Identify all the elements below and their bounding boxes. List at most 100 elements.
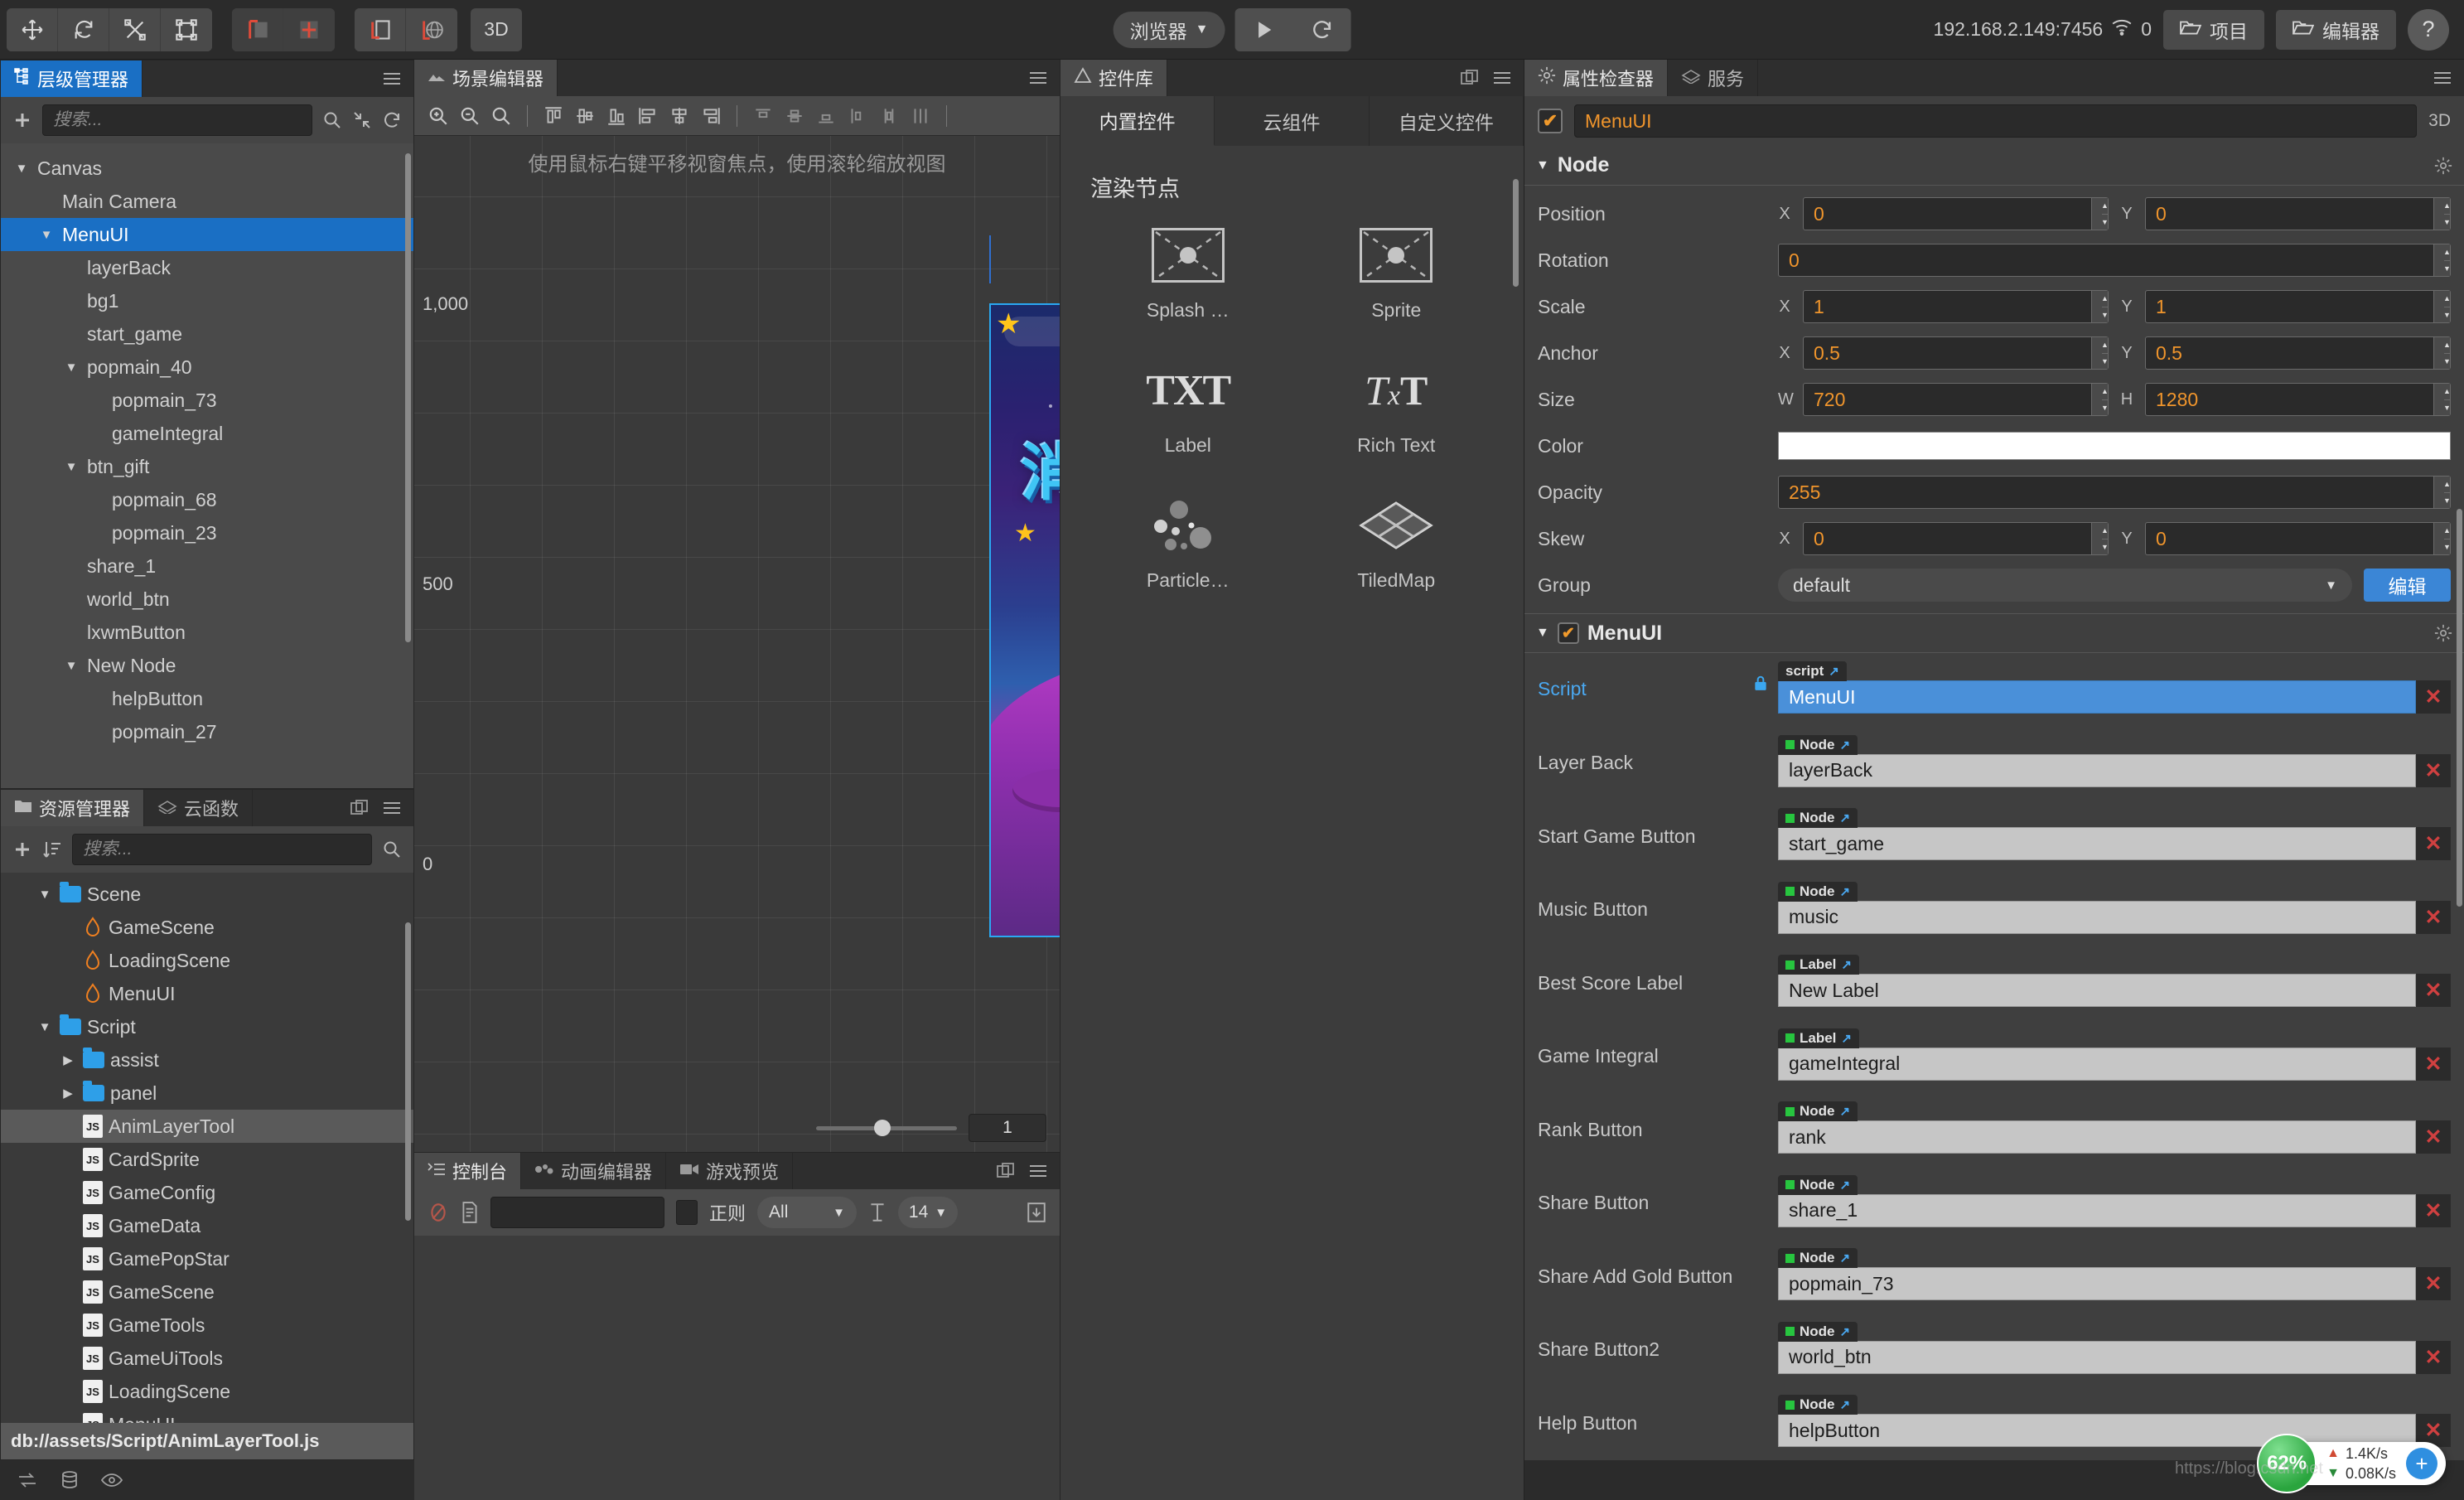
stepper[interactable]: ▲ ▼	[2433, 337, 2451, 369]
opacity-input[interactable]: 255 ▲ ▼	[1778, 476, 2451, 509]
tab-console[interactable]: 控制台	[414, 1153, 522, 1189]
game-preview-frame[interactable]: ★ 0 + 一起 消灭星星 ★ ★ ★ 最高	[989, 303, 1060, 937]
assets-scrollbar[interactable]	[405, 922, 411, 1221]
component-section-header[interactable]: ▼ ✔ MenuUI	[1524, 613, 2464, 653]
inspector-scrollbar[interactable]	[2457, 509, 2462, 907]
grid-left-icon[interactable]	[232, 7, 283, 51]
tab-widget-library[interactable]: 控件库	[1060, 60, 1168, 96]
open-link-icon[interactable]: ↗	[1840, 1324, 1851, 1339]
position-y-input[interactable]: 0 ▲ ▼	[2145, 197, 2451, 230]
hierarchy-node-gameintegral[interactable]: gameIntegral	[1, 417, 413, 450]
hamburger-menu-icon[interactable]	[1028, 1164, 1048, 1178]
component-type-tag[interactable]: Node ↗	[1778, 734, 1858, 755]
hierarchy-node-world-btn[interactable]: world_btn	[1, 583, 413, 616]
stepper[interactable]: ▲ ▼	[2433, 384, 2451, 415]
expand-widget-button[interactable]: +	[2406, 1448, 2437, 1479]
component-value[interactable]: New Label	[1778, 974, 2416, 1007]
tab-cloud-functions[interactable]: 云函数	[144, 790, 254, 826]
stepper[interactable]: ▲ ▼	[2433, 523, 2451, 554]
widget-library-scrollbar[interactable]	[1513, 179, 1519, 287]
asset-item-gametools[interactable]: JS GameTools	[1, 1309, 413, 1342]
widget-item-tiledmap[interactable]: TiledMap	[1292, 495, 1501, 592]
hierarchy-node-popmain-27[interactable]: popmain_27	[1, 715, 413, 748]
hierarchy-node-popmain-73[interactable]: popmain_73	[1, 384, 413, 417]
distribute-left-icon[interactable]	[843, 102, 872, 130]
zoom-slider-knob[interactable]	[874, 1119, 891, 1136]
stepper[interactable]: ▲ ▼	[2091, 523, 2109, 554]
hamburger-menu-icon[interactable]	[382, 801, 402, 815]
rotate-tool-icon[interactable]	[58, 7, 109, 51]
component-type-tag[interactable]: Label ↗	[1778, 1028, 1859, 1048]
open-link-icon[interactable]: ↗	[1840, 738, 1851, 752]
refresh-button[interactable]	[1292, 8, 1350, 51]
hamburger-menu-icon[interactable]	[2433, 70, 2452, 85]
node-name-input[interactable]: MenuUI	[1574, 104, 2418, 138]
tab-scene-editor[interactable]: 场景编辑器	[414, 60, 558, 96]
chevron-right-icon[interactable]: ▶	[59, 1086, 77, 1101]
hamburger-menu-icon[interactable]	[382, 71, 402, 86]
hierarchy-node-start-game[interactable]: start_game	[1, 317, 413, 351]
asset-item-gameconfig[interactable]: JS GameConfig	[1, 1176, 413, 1209]
eye-icon[interactable]	[101, 1472, 123, 1488]
asset-item-menuui[interactable]: JS MenuUI	[1, 1408, 413, 1423]
sync-icon[interactable]	[17, 1471, 38, 1489]
project-button[interactable]: 项目	[2163, 9, 2264, 50]
asset-item-assist[interactable]: ▶ assist	[1, 1043, 413, 1077]
remove-reference-button[interactable]: ✕	[2416, 1047, 2451, 1081]
hierarchy-node-new-node[interactable]: ▼ New Node	[1, 649, 413, 682]
log-level-select[interactable]: All ▼	[757, 1197, 858, 1228]
component-type-tag[interactable]: Node ↗	[1778, 1395, 1858, 1415]
hierarchy-node-popmain-40[interactable]: ▼ popmain_40	[1, 351, 413, 384]
component-value[interactable]: gameIntegral	[1778, 1047, 2416, 1081]
hierarchy-node-btn-gift[interactable]: ▼ btn_gift	[1, 450, 413, 483]
distribute-top-icon[interactable]	[749, 102, 777, 130]
sort-icon[interactable]	[42, 840, 62, 859]
grid-center-icon[interactable]	[283, 7, 335, 51]
tab-assets[interactable]: 资源管理器	[1, 790, 145, 826]
chevron-down-icon[interactable]: ▼	[62, 460, 80, 474]
editor-button[interactable]: 编辑器	[2276, 9, 2396, 50]
chevron-down-icon[interactable]: ▼	[37, 228, 56, 242]
hierarchy-node-popmain-23[interactable]: popmain_23	[1, 516, 413, 549]
stepper[interactable]: ▲ ▼	[2091, 291, 2109, 322]
search-icon[interactable]	[322, 110, 342, 130]
font-size-select[interactable]: 14 ▼	[898, 1197, 959, 1228]
help-button[interactable]: ?	[2408, 8, 2449, 51]
hierarchy-node-layerback[interactable]: layerBack	[1, 251, 413, 284]
asset-item-cardsprite[interactable]: JS CardSprite	[1, 1143, 413, 1176]
skew-y-input[interactable]: 0 ▲ ▼	[2145, 522, 2451, 555]
remove-reference-button[interactable]: ✕	[2416, 1120, 2451, 1154]
hierarchy-scrollbar[interactable]	[405, 153, 411, 642]
globe-icon[interactable]	[406, 7, 457, 51]
preview-target-dropdown[interactable]: 浏览器 ▼	[1113, 11, 1225, 48]
scroll-to-bottom-icon[interactable]	[1027, 1202, 1046, 1223]
component-value[interactable]: world_btn	[1778, 1340, 2416, 1374]
tab-cloud-components[interactable]: 云组件	[1215, 96, 1370, 146]
widget-item-sprite[interactable]: Sprite	[1292, 225, 1501, 322]
tab-services[interactable]: 服务	[1668, 60, 1759, 96]
skew-x-input[interactable]: 0 ▲ ▼	[1803, 522, 2109, 555]
zoom-slider[interactable]	[816, 1119, 957, 1136]
group-edit-button[interactable]: 编辑	[2364, 569, 2451, 602]
export-log-icon[interactable]	[461, 1202, 479, 1223]
size-h-input[interactable]: 1280 ▲ ▼	[2145, 383, 2451, 416]
size-w-input[interactable]: 720 ▲ ▼	[1803, 383, 2109, 416]
node-enabled-checkbox[interactable]: ✔	[1538, 109, 1563, 133]
widget-item-splash[interactable]: Splash …	[1084, 225, 1292, 322]
play-button[interactable]	[1234, 8, 1292, 51]
text-size-icon[interactable]	[868, 1202, 887, 1223]
asset-item-loadingscene[interactable]: LoadingScene	[1, 944, 413, 977]
rotation-input[interactable]: 0 ▲ ▼	[1778, 244, 2451, 277]
component-type-tag[interactable]: Label ↗	[1778, 955, 1859, 975]
component-value[interactable]: rank	[1778, 1120, 2416, 1154]
stepper[interactable]: ▲ ▼	[2091, 384, 2109, 415]
node-section-header[interactable]: ▼ Node	[1524, 146, 2464, 186]
asset-item-menuui[interactable]: MenuUI	[1, 977, 413, 1010]
asset-item-scene[interactable]: ▼ Scene	[1, 878, 413, 911]
hierarchy-node-menuui[interactable]: ▼ MenuUI	[1, 218, 413, 251]
asset-item-panel[interactable]: ▶ panel	[1, 1077, 413, 1110]
scale-x-input[interactable]: 1 ▲ ▼	[1803, 290, 2109, 323]
distribute-hcenter-icon[interactable]	[875, 102, 903, 130]
zoom-value[interactable]: 1	[969, 1114, 1046, 1142]
rect-tool-icon[interactable]	[161, 7, 212, 51]
